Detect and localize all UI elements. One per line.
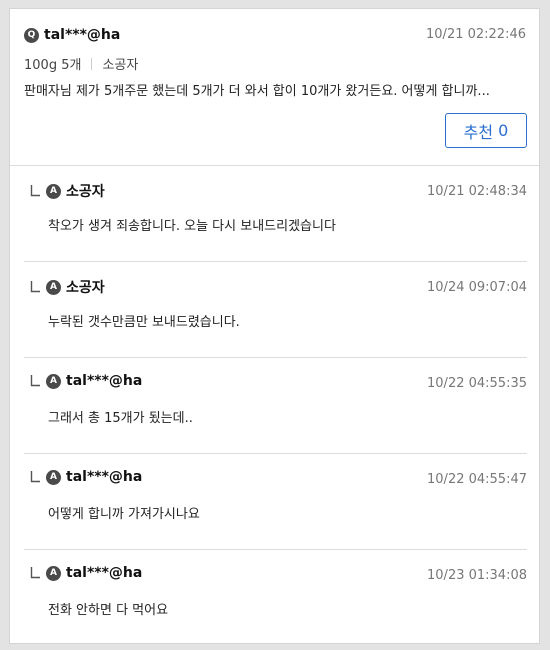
answer-item: A 소공자 10/21 02:48:34 착오가 생겨 죄송합니다. 오늘 다시… [24, 166, 527, 262]
purchased-option: 100g 5개 [24, 58, 82, 73]
reply-arrow-icon [30, 281, 40, 293]
recommend-button[interactable]: 추천 0 [445, 113, 527, 148]
answer-header: A 소공자 [30, 181, 105, 201]
answer-item: A tal***@ha 10/22 04:55:47 어떻게 합니까 가져가시나… [24, 454, 527, 550]
reply-arrow-icon [30, 471, 40, 483]
answer-text: 그래서 총 15개가 됬는데.. [48, 411, 193, 426]
question-item: Q tal***@ha 10/21 02:22:46 100g 5개 소공자 판… [10, 9, 539, 166]
reply-arrow-icon [30, 375, 40, 387]
question-author: tal***@ha [44, 27, 121, 43]
answer-header: A tal***@ha [30, 565, 142, 581]
answer-author: 소공자 [66, 184, 105, 200]
answer-item: A tal***@ha 10/22 04:55:35 그래서 총 15개가 됬는… [24, 358, 527, 454]
answer-time: 10/22 04:55:35 [427, 376, 527, 391]
answer-author: tal***@ha [66, 373, 143, 389]
answer-author: tal***@ha [66, 565, 143, 581]
answer-time: 10/21 02:48:34 [427, 184, 527, 199]
qna-panel: Q tal***@ha 10/21 02:22:46 100g 5개 소공자 판… [9, 8, 540, 644]
a-badge-icon: A [46, 183, 61, 199]
answer-header: A tal***@ha [30, 469, 142, 485]
a-badge-icon: A [46, 469, 61, 485]
answer-text: 누락된 갯수만큼만 보내드렸습니다. [48, 315, 240, 330]
answer-text: 전화 안하면 다 먹어요 [48, 603, 169, 618]
question-time: 10/21 02:22:46 [426, 27, 526, 42]
recommend-count: 0 [498, 121, 509, 140]
meta-divider [91, 57, 93, 70]
a-badge-icon: A [46, 279, 61, 295]
answer-time: 10/23 01:34:08 [427, 568, 527, 583]
reply-arrow-icon [30, 185, 40, 197]
recommend-label: 추천 [463, 122, 494, 142]
question-text[interactable]: 판매자님 제가 5개주문 했는데 5개가 더 와서 합이 10개가 왔거든요. … [24, 80, 524, 99]
answer-time: 10/22 04:55:47 [427, 472, 527, 487]
a-badge-icon: A [46, 373, 61, 389]
answer-time: 10/24 09:07:04 [427, 280, 527, 295]
q-badge-icon: Q [24, 27, 39, 43]
answer-text: 착오가 생겨 죄송합니다. 오늘 다시 보내드리겠습니다 [48, 219, 336, 234]
answer-author: tal***@ha [66, 469, 143, 485]
answer-item: A 소공자 10/24 09:07:04 누락된 갯수만큼만 보내드렸습니다. [24, 262, 527, 358]
question-meta: 100g 5개 소공자 [24, 54, 138, 73]
answer-header: A 소공자 [30, 277, 105, 297]
answer-author: 소공자 [66, 280, 105, 296]
question-header: Q tal***@ha [24, 27, 120, 43]
answer-text: 어떻게 합니까 가져가시나요 [48, 507, 200, 522]
answer-header: A tal***@ha [30, 373, 142, 389]
answer-item: A tal***@ha 10/23 01:34:08 전화 안하면 다 먹어요 [24, 550, 527, 646]
reply-arrow-icon [30, 567, 40, 579]
a-badge-icon: A [46, 565, 61, 581]
answer-list: A 소공자 10/21 02:48:34 착오가 생겨 죄송합니다. 오늘 다시… [24, 166, 527, 646]
seller-name: 소공자 [102, 58, 139, 73]
